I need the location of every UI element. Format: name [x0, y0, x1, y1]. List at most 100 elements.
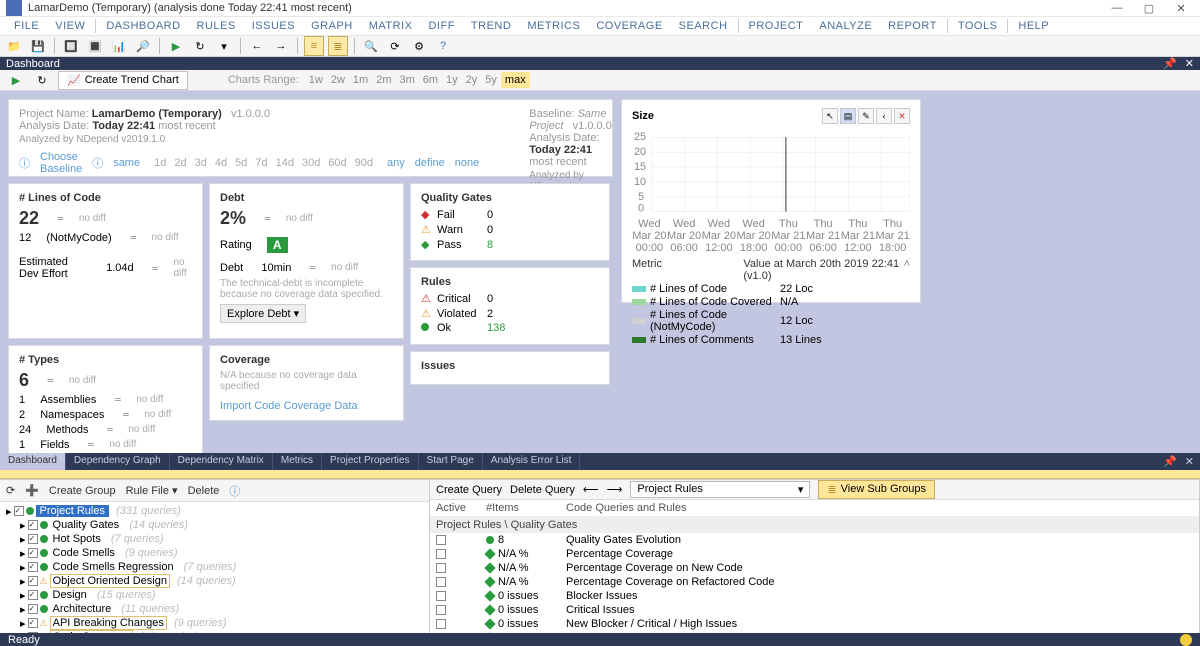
chart-close-icon[interactable]: ✕	[894, 108, 910, 124]
tab-project-properties[interactable]: Project Properties	[322, 453, 418, 470]
refresh-icon[interactable]: ⟳	[385, 36, 405, 56]
panel-pin-icon[interactable]: 📌	[1163, 57, 1177, 70]
tool-icon-4[interactable]: 🔳	[85, 36, 105, 56]
tab-start-page[interactable]: Start Page	[419, 453, 483, 470]
period-3d[interactable]: 3d	[195, 157, 207, 169]
tool-icon-6[interactable]: 🔎	[133, 36, 153, 56]
delete-query-button[interactable]: Delete Query	[510, 484, 575, 496]
range-6m[interactable]: 6m	[419, 72, 442, 88]
tab-dependency-graph[interactable]: Dependency Graph	[66, 453, 170, 470]
maximize-button[interactable]: ▢	[1142, 2, 1156, 15]
menu-matrix[interactable]: MATRIX	[361, 17, 421, 35]
import-coverage-link[interactable]: Import Code Coverage Data	[220, 400, 358, 412]
menu-view[interactable]: VIEW	[47, 17, 93, 35]
tool-icon-9[interactable]: ≡	[304, 36, 324, 56]
tree-item[interactable]: ▸Quality Gates (14 queries)	[4, 518, 425, 532]
range-1y[interactable]: 1y	[442, 72, 462, 88]
period-30d[interactable]: 30d	[302, 157, 320, 169]
menu-diff[interactable]: DIFF	[420, 17, 462, 35]
help-icon[interactable]: ?	[433, 36, 453, 56]
edit-icon[interactable]: ✎	[858, 108, 874, 124]
menu-file[interactable]: FILE	[6, 17, 47, 35]
query-row[interactable]: 0 issuesCritical Issues	[430, 603, 1199, 617]
tool-icon-7[interactable]: ↻	[190, 36, 210, 56]
period-5d[interactable]: 5d	[235, 157, 247, 169]
explore-debt-button[interactable]: Explore Debt▾	[220, 304, 306, 323]
period-90d[interactable]: 90d	[355, 157, 373, 169]
period-4d[interactable]: 4d	[215, 157, 227, 169]
menu-analyze[interactable]: ANALYZE	[811, 17, 880, 35]
menu-coverage[interactable]: COVERAGE	[588, 17, 670, 35]
gear-icon[interactable]: ⚙	[409, 36, 429, 56]
tool-icon-5[interactable]: 📊	[109, 36, 129, 56]
tab-dependency-matrix[interactable]: Dependency Matrix	[170, 453, 273, 470]
nav-back-icon[interactable]: ⟵	[583, 483, 599, 496]
choose-baseline-link[interactable]: Choose Baseline	[40, 151, 82, 175]
create-group-button[interactable]: Create Group	[49, 485, 116, 497]
period-14d[interactable]: 14d	[276, 157, 294, 169]
toolbar-refresh-icon[interactable]: ⟳	[6, 484, 15, 497]
menu-graph[interactable]: GRAPH	[303, 17, 361, 35]
create-trend-chart-button[interactable]: 📈Create Trend Chart	[58, 71, 188, 90]
tool-icon-8[interactable]: ▾	[214, 36, 234, 56]
cursor-icon[interactable]: ↖	[822, 108, 838, 124]
tree-item[interactable]: ▸Architecture (11 queries)	[4, 602, 425, 616]
create-query-button[interactable]: Create Query	[436, 484, 502, 496]
query-row[interactable]: 8Quality Gates Evolution	[430, 533, 1199, 547]
chart-mode-icon[interactable]: ▤	[840, 108, 856, 124]
bottom-close-icon[interactable]: ✕	[1185, 455, 1194, 468]
query-row[interactable]: N/A %Percentage Coverage	[430, 547, 1199, 561]
query-row[interactable]: 0 issuesBlocker Issues	[430, 589, 1199, 603]
tab-dashboard[interactable]: Dashboard	[0, 453, 66, 470]
range-1m[interactable]: 1m	[349, 72, 372, 88]
search-icon[interactable]: 🔍	[361, 36, 381, 56]
bottom-pin-icon[interactable]: 📌	[1163, 455, 1177, 468]
forward-icon[interactable]: →	[271, 36, 291, 56]
menu-rules[interactable]: RULES	[189, 17, 244, 35]
menu-metrics[interactable]: METRICS	[519, 17, 588, 35]
tree-item[interactable]: ▸Code Smells Regression (7 queries)	[4, 560, 425, 574]
tree-item[interactable]: ▸Code Smells (9 queries)	[4, 546, 425, 560]
same-baseline-link[interactable]: same	[113, 157, 140, 169]
period-1d[interactable]: 1d	[154, 157, 166, 169]
rule-file-button[interactable]: Rule File ▾	[126, 484, 178, 497]
close-button[interactable]: ✕	[1174, 2, 1188, 15]
tree-item[interactable]: ▸⚠API Breaking Changes (9 queries)	[4, 616, 425, 630]
queries-list[interactable]: 8Quality Gates EvolutionN/A %Percentage …	[430, 533, 1199, 633]
query-row[interactable]: N/A %Percentage Coverage on New Code	[430, 561, 1199, 575]
tab-analysis-error-list[interactable]: Analysis Error List	[483, 453, 581, 470]
tree-item[interactable]: ▸Hot Spots (7 queries)	[4, 532, 425, 546]
run-dashboard-icon[interactable]: ▶	[6, 70, 26, 90]
range-2m[interactable]: 2m	[372, 72, 395, 88]
baseline-none[interactable]: none	[455, 157, 479, 169]
rules-tree[interactable]: ▸Project Rules (331 queries)▸Quality Gat…	[0, 502, 429, 633]
tree-item[interactable]: ▸⚠Object Oriented Design (14 queries)	[4, 574, 425, 588]
menu-project[interactable]: PROJECT	[741, 17, 812, 35]
tool-icon-3[interactable]: 🔲	[61, 36, 81, 56]
back-icon[interactable]: ←	[247, 36, 267, 56]
range-max[interactable]: max	[501, 72, 530, 88]
baseline-define[interactable]: define	[415, 157, 445, 169]
tool-icon-2[interactable]: 💾	[28, 36, 48, 56]
period-60d[interactable]: 60d	[328, 157, 346, 169]
reload-dashboard-icon[interactable]: ↻	[32, 70, 52, 90]
group-combo[interactable]: Project Rules▾	[630, 481, 810, 498]
menu-help[interactable]: HELP	[1010, 17, 1057, 35]
menu-tools[interactable]: TOOLS	[950, 17, 1006, 35]
chart-back-icon[interactable]: ‹	[876, 108, 892, 124]
view-sub-groups-button[interactable]: ≣View Sub Groups	[818, 480, 935, 499]
menu-trend[interactable]: TREND	[463, 17, 519, 35]
range-5y[interactable]: 5y	[481, 72, 501, 88]
period-7d[interactable]: 7d	[255, 157, 267, 169]
tool-icon-10[interactable]: ≣	[328, 36, 348, 56]
menu-issues[interactable]: ISSUES	[244, 17, 303, 35]
info-icon[interactable]: ⓘ	[229, 483, 240, 499]
minimize-button[interactable]: —	[1110, 2, 1124, 15]
menu-report[interactable]: REPORT	[880, 17, 945, 35]
query-row[interactable]: N/A %Percentage Coverage on Refactored C…	[430, 575, 1199, 589]
menu-search[interactable]: SEARCH	[671, 17, 736, 35]
period-2d[interactable]: 2d	[174, 157, 186, 169]
range-2y[interactable]: 2y	[462, 72, 482, 88]
tree-item[interactable]: ▸Design (15 queries)	[4, 588, 425, 602]
baseline-any[interactable]: any	[387, 157, 405, 169]
